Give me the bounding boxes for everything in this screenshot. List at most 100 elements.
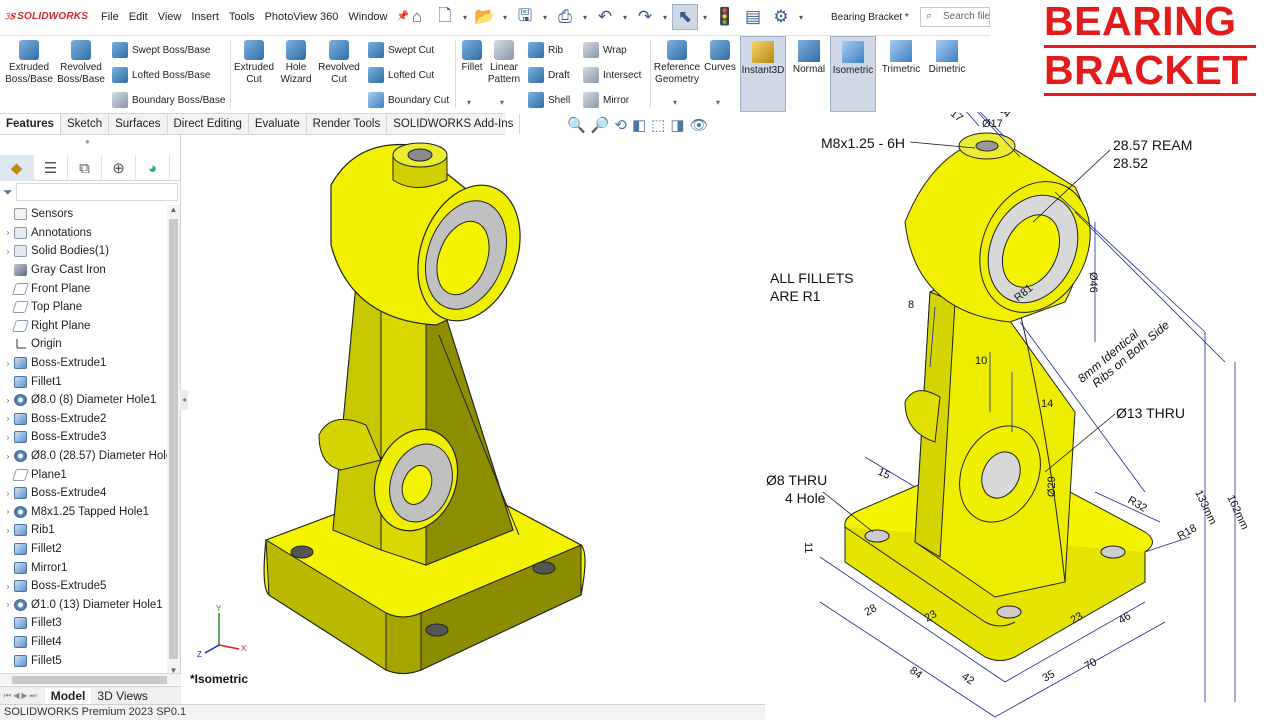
tab-direct-editing[interactable]: Direct Editing xyxy=(168,114,249,134)
new-dropdown-icon[interactable]: ▾ xyxy=(460,13,470,22)
extruded-boss-button[interactable]: Extruded Boss/Base xyxy=(4,40,54,86)
feature-tree-item[interactable]: Sensors xyxy=(0,205,167,224)
draft-button[interactable]: Draft xyxy=(528,67,570,83)
new-document-icon[interactable]: 🗋 xyxy=(432,4,458,30)
expand-arrow-icon[interactable]: › xyxy=(2,526,14,535)
rib-button[interactable]: Rib xyxy=(528,42,563,58)
feature-tree-item[interactable]: › Boss-Extrude2 xyxy=(0,410,167,429)
feature-tree-item[interactable]: › Ø8.0 (28.57) Diameter Hole2 xyxy=(0,447,167,466)
expand-arrow-icon[interactable]: › xyxy=(2,489,14,498)
filter-icon[interactable]: ⏷ xyxy=(3,185,13,200)
feature-tree-item[interactable]: Gray Cast Iron xyxy=(0,261,167,280)
lofted-cut-button[interactable]: Lofted Cut xyxy=(368,67,434,83)
feature-tree-item[interactable]: › Boss-Extrude5 xyxy=(0,577,167,596)
swept-cut-button[interactable]: Swept Cut xyxy=(368,42,434,58)
tab-features[interactable]: Features xyxy=(0,114,61,134)
select-dropdown-icon[interactable]: ▾ xyxy=(700,13,710,22)
hide-show-icon[interactable]: 👁 xyxy=(690,116,709,134)
feature-tree-item[interactable]: Origin xyxy=(0,335,167,354)
feature-tree-item[interactable]: › Annotations xyxy=(0,224,167,243)
fillet-button[interactable]: Fillet xyxy=(458,40,486,74)
configuration-manager-tab-icon[interactable]: ⧉ xyxy=(68,155,102,181)
wrap-button[interactable]: Wrap xyxy=(583,42,627,58)
options-gear-icon[interactable]: ⚙ xyxy=(768,4,794,30)
hscroll-thumb[interactable] xyxy=(12,676,167,684)
lofted-boss-button[interactable]: Lofted Boss/Base xyxy=(112,67,210,83)
tab-sketch[interactable]: Sketch xyxy=(61,114,110,134)
display-style-icon[interactable]: ◨ xyxy=(670,116,684,134)
feature-tree-item[interactable]: Mirror1 xyxy=(0,558,167,577)
feature-tree-item[interactable]: Fillet1 xyxy=(0,372,167,391)
file-properties-icon[interactable]: ▤ xyxy=(740,4,766,30)
tree-filter-input[interactable] xyxy=(16,183,178,201)
hole-wizard-button[interactable]: Hole Wizard xyxy=(276,40,316,86)
collapse-panel-handle[interactable]: ◂ xyxy=(180,390,188,410)
zoom-area-icon[interactable]: 🔎 xyxy=(591,116,610,134)
feature-tree-item[interactable]: › Rib1 xyxy=(0,521,167,540)
save-icon[interactable]: 🖫 xyxy=(512,4,538,30)
undo-dropdown-icon[interactable]: ▾ xyxy=(620,13,630,22)
section-view-icon[interactable]: ◧ xyxy=(632,116,646,134)
mirror-button[interactable]: Mirror xyxy=(583,92,629,108)
reference-geometry-button[interactable]: Reference Geometry xyxy=(652,40,702,86)
tab-addins[interactable]: SOLIDWORKS Add-Ins xyxy=(387,114,521,134)
print-icon[interactable]: ⎙ xyxy=(552,4,578,30)
expand-arrow-icon[interactable]: › xyxy=(2,582,14,591)
view-orientation-icon[interactable]: ⬚ xyxy=(651,116,665,134)
display-manager-tab-icon[interactable]: ◕ xyxy=(136,155,170,181)
view-trimetric-button[interactable]: Trimetric xyxy=(878,36,924,112)
open-dropdown-icon[interactable]: ▾ xyxy=(500,13,510,22)
shell-button[interactable]: Shell xyxy=(528,92,570,108)
previous-view-icon[interactable]: ⟲ xyxy=(614,116,627,134)
expand-arrow-icon[interactable]: › xyxy=(2,600,14,609)
feature-tree-item[interactable]: › Ø1.0 (13) Diameter Hole1 xyxy=(0,595,167,614)
feature-tree-item[interactable]: Right Plane xyxy=(0,317,167,336)
tab-evaluate[interactable]: Evaluate xyxy=(249,114,307,134)
feature-tree-item[interactable]: › Boss-Extrude1 xyxy=(0,354,167,373)
expand-arrow-icon[interactable]: › xyxy=(2,433,14,442)
graphics-area[interactable]: Y X Z xyxy=(181,135,765,685)
undo-icon[interactable]: ↶ xyxy=(592,4,618,30)
menu-view[interactable]: View xyxy=(153,11,187,23)
save-dropdown-icon[interactable]: ▾ xyxy=(540,13,550,22)
next-tab-icon[interactable]: ▶ xyxy=(21,691,27,701)
print-dropdown-icon[interactable]: ▾ xyxy=(580,13,590,22)
tree-horizontal-scrollbar[interactable] xyxy=(0,673,181,685)
feature-tree-item[interactable]: › Boss-Extrude4 xyxy=(0,484,167,503)
panel-grip-icon[interactable]: ● xyxy=(85,137,90,146)
feature-tree-item[interactable]: › Solid Bodies(1) xyxy=(0,242,167,261)
select-cursor-icon[interactable]: ⬉ xyxy=(672,4,698,30)
scroll-up-icon[interactable]: ▲ xyxy=(167,205,180,214)
menu-edit[interactable]: Edit xyxy=(124,11,153,23)
feature-tree-item[interactable]: Top Plane xyxy=(0,298,167,317)
tab-surfaces[interactable]: Surfaces xyxy=(109,114,168,134)
expand-arrow-icon[interactable]: › xyxy=(2,452,14,461)
menu-insert[interactable]: Insert xyxy=(186,11,224,23)
feature-tree-item[interactable]: Fillet2 xyxy=(0,540,167,559)
menu-photoview[interactable]: PhotoView 360 xyxy=(260,11,344,23)
property-manager-tab-icon[interactable]: ☰ xyxy=(34,155,68,181)
scroll-thumb[interactable] xyxy=(169,219,178,659)
boundary-boss-button[interactable]: Boundary Boss/Base xyxy=(112,92,225,108)
tab-render-tools[interactable]: Render Tools xyxy=(307,114,388,134)
fillet-dropdown-icon[interactable]: ▾ xyxy=(467,98,471,107)
feature-tree-tab-icon[interactable]: ◆ xyxy=(0,155,34,181)
pattern-dropdown-icon[interactable]: ▾ xyxy=(500,98,504,107)
menu-tools[interactable]: Tools xyxy=(224,11,260,23)
prev-tab-icon[interactable]: ◀ xyxy=(13,691,19,701)
expand-arrow-icon[interactable]: › xyxy=(2,414,14,423)
feature-tree-item[interactable]: Fillet3 xyxy=(0,614,167,633)
menu-file[interactable]: File xyxy=(96,11,124,23)
instant3d-button[interactable]: Instant3D xyxy=(740,36,786,112)
boundary-cut-button[interactable]: Boundary Cut xyxy=(368,92,449,108)
dimxpert-tab-icon[interactable]: ⊕ xyxy=(102,155,136,181)
expand-arrow-icon[interactable]: › xyxy=(2,247,14,256)
feature-tree-item[interactable]: › Boss-Extrude3 xyxy=(0,428,167,447)
redo-icon[interactable]: ↷ xyxy=(632,4,658,30)
expand-arrow-icon[interactable]: › xyxy=(2,228,14,237)
extruded-cut-button[interactable]: Extruded Cut xyxy=(232,40,276,86)
curves-button[interactable]: Curves xyxy=(704,40,736,74)
search-input[interactable]: ⌕ Search file xyxy=(920,7,990,27)
feature-tree-item[interactable]: Fillet4 xyxy=(0,633,167,652)
zoom-to-fit-icon[interactable]: 🔍 xyxy=(567,116,586,134)
